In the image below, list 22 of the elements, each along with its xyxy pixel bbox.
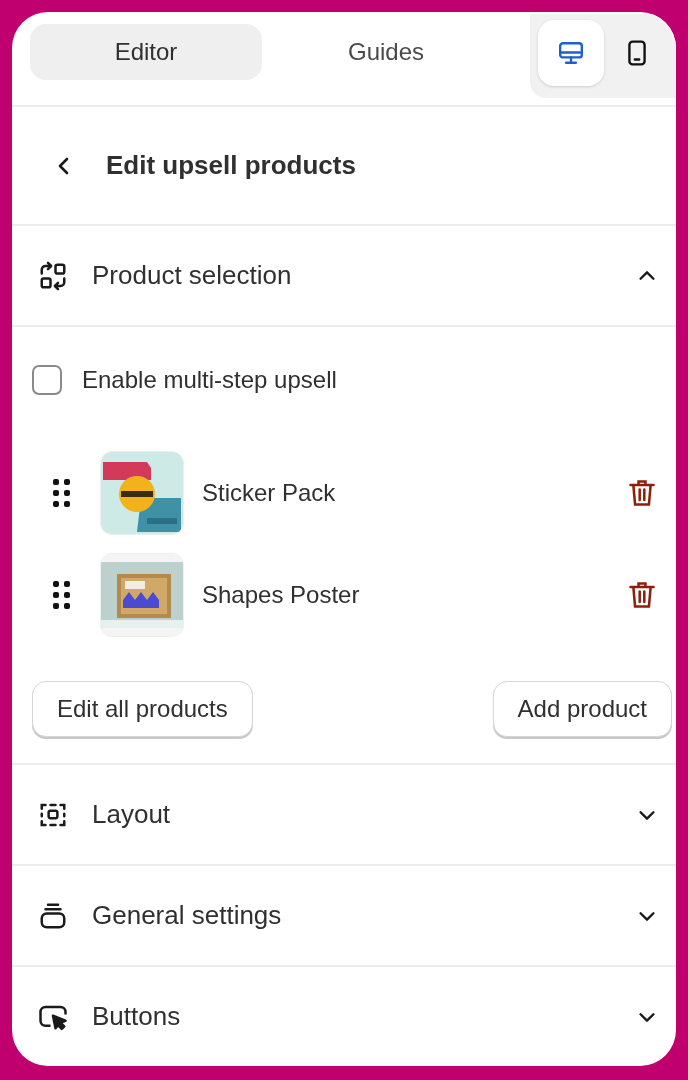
monitor-icon [558,40,584,66]
section-header[interactable]: General settings [12,866,676,965]
tab[interactable]: Editor [30,23,262,80]
tab[interactable]: Guides [270,23,502,80]
delete-button[interactable] [628,580,656,610]
action-button[interactable]: Add product [492,681,672,737]
checkbox-label: Enable multi-step upsell [82,366,337,394]
section-header[interactable]: Buttons [12,967,676,1066]
desktop-view-button[interactable] [538,20,604,86]
swap-icon [38,260,68,291]
section-header[interactable]: Layout [12,765,676,864]
section-header[interactable]: Product selection [12,226,676,325]
action-button[interactable]: Edit all products [32,681,253,737]
checkbox[interactable] [32,365,62,395]
trash-icon [628,478,656,508]
delete-button[interactable] [628,478,656,508]
product-name: Shapes Poster [202,581,361,609]
page-title: Edit upsell products [106,150,356,182]
drag-handle-icon[interactable] [52,478,72,508]
drag-handle-icon[interactable] [52,580,72,610]
product-name: Sticker Pack [202,479,337,507]
trash-icon [628,580,656,610]
